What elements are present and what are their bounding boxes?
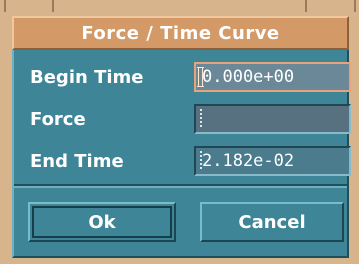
cancel-button[interactable]: Cancel (200, 202, 344, 242)
frame-tick (4, 0, 6, 12)
text-cursor (197, 67, 204, 87)
field-marker (200, 151, 202, 171)
dialog-title: Force / Time Curve (81, 22, 280, 44)
frame-tick (52, 0, 54, 12)
end-time-field[interactable]: 2.182e-02 (194, 146, 351, 176)
dialog-body: Begin Time 0.000e+00 Force End Time 2.18… (12, 50, 351, 258)
end-time-value: 2.182e-02 (202, 151, 295, 171)
force-label: Force (30, 109, 86, 130)
separator (14, 184, 347, 188)
dialog-window: Force / Time Curve Begin Time 0.000e+00 … (0, 0, 359, 264)
force-field[interactable] (194, 104, 351, 134)
begin-time-value: 0.000e+00 (202, 67, 295, 87)
field-marker (200, 109, 202, 129)
ok-button[interactable]: Ok (28, 202, 176, 242)
frame-tick (305, 0, 307, 12)
begin-time-label: Begin Time (30, 67, 144, 88)
end-time-label: End Time (30, 151, 124, 172)
title-bar[interactable]: Force / Time Curve (12, 16, 349, 50)
begin-time-field[interactable]: 0.000e+00 (194, 62, 351, 92)
frame-tick (354, 0, 356, 12)
